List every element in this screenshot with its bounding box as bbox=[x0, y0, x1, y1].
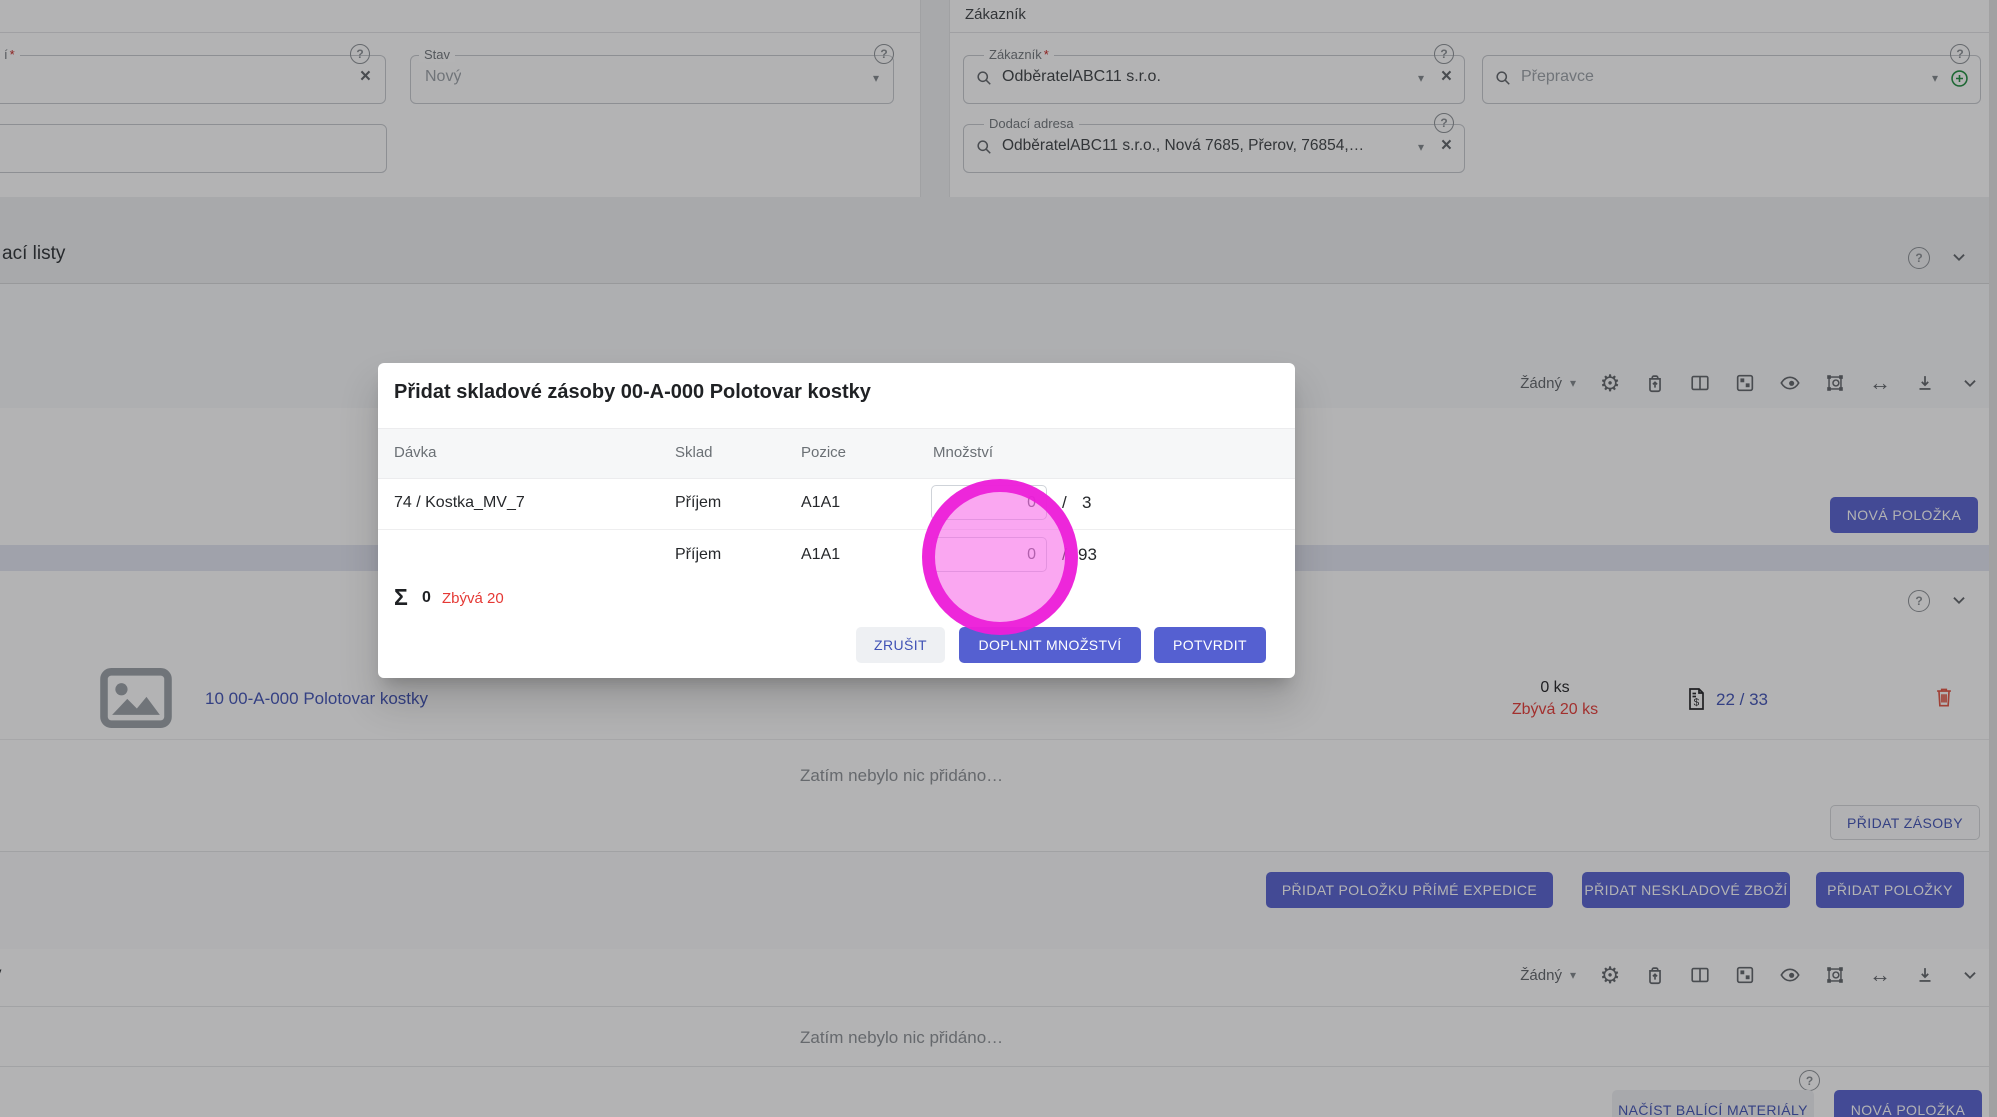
dialog-table-header: Dávka Sklad Pozice Množství bbox=[378, 428, 1295, 479]
slash-separator: / bbox=[1062, 493, 1067, 513]
quantity-input[interactable] bbox=[931, 537, 1047, 572]
fill-quantity-button[interactable]: DOPLNIT MNOŽSTVÍ bbox=[959, 627, 1141, 663]
col-davka: Dávka bbox=[394, 444, 437, 461]
col-mnozstvi: Množství bbox=[933, 444, 993, 461]
table-row: Příjem A1A1 / 93 bbox=[378, 529, 1295, 581]
cell-max: 93 bbox=[1078, 545, 1097, 565]
cell-max: 3 bbox=[1082, 493, 1091, 513]
cancel-button[interactable]: ZRUŠIT bbox=[856, 627, 945, 663]
cell-davka: 74 / Kostka_MV_7 bbox=[394, 494, 525, 512]
slash-separator: / bbox=[1062, 545, 1067, 565]
cell-sklad: Příjem bbox=[675, 546, 721, 564]
col-pozice: Pozice bbox=[801, 444, 846, 461]
remaining-value: 20 bbox=[487, 590, 504, 607]
sum-icon: Σ bbox=[394, 584, 408, 611]
sum-value: 0 bbox=[422, 589, 431, 607]
add-stock-dialog: Přidat skladové zásoby 00-A-000 Polotova… bbox=[378, 363, 1295, 678]
app-screen: í* × ? Stav Nový ▾ ? Zákazník Zákazník* … bbox=[0, 0, 1997, 1117]
quantity-input[interactable] bbox=[931, 485, 1047, 520]
confirm-button[interactable]: POTVRDIT bbox=[1154, 627, 1266, 663]
cell-pozice: A1A1 bbox=[801, 546, 840, 564]
dialog-title: Přidat skladové zásoby 00-A-000 Polotova… bbox=[394, 381, 871, 404]
remaining-text: Zbývá 20 bbox=[442, 590, 504, 607]
cell-pozice: A1A1 bbox=[801, 494, 840, 512]
col-sklad: Sklad bbox=[675, 444, 713, 461]
table-row: 74 / Kostka_MV_7 Příjem A1A1 / 3 bbox=[378, 477, 1295, 530]
cell-sklad: Příjem bbox=[675, 494, 721, 512]
